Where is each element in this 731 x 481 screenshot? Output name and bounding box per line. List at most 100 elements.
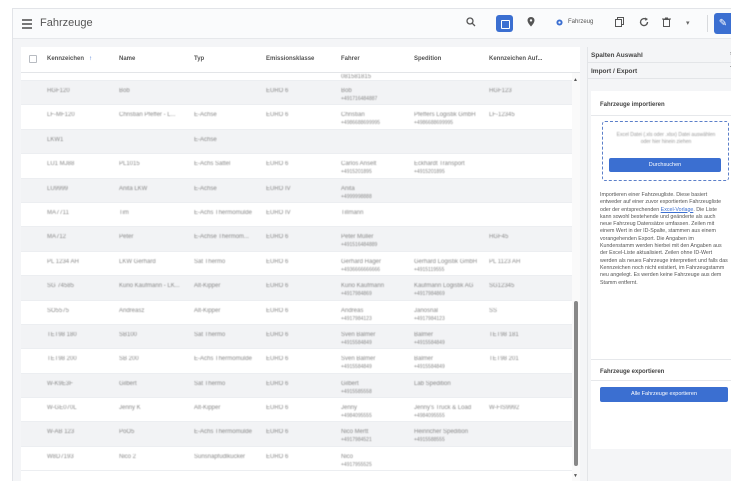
- divider: [591, 359, 731, 360]
- search-icon[interactable]: [466, 17, 476, 31]
- cell-emissionsklasse: EURO 6: [266, 234, 289, 241]
- section-header-import-export[interactable]: Import / Export ˆ: [588, 63, 731, 79]
- cell-typ: E-Achse: [194, 185, 217, 192]
- table-row[interactable]: MA7711 Tim E-Achs Thermomulde EURO IV Tillma…: [21, 203, 572, 228]
- cell-kennzeichen: MA712: [47, 234, 67, 241]
- cell-name: Anita LKW: [119, 185, 148, 192]
- table-row[interactable]: MA712 Peter E-Achse Thermom... EURO 6 Peter …: [21, 227, 572, 252]
- table-row[interactable]: W-GE070L Jenny K Alt-Kipper EURO 6 Jenny +498…: [21, 398, 572, 423]
- cell-name: Jenny K: [119, 405, 141, 412]
- cell-kennzeichen: PL 1234 AH: [47, 258, 79, 265]
- export-all-button[interactable]: Alle Fahrzeuge exportieren: [600, 387, 728, 402]
- table-row[interactable]: LF-MF120 Christian Pfeffer - L... E-Achse E…: [21, 105, 572, 130]
- table-row[interactable]: TET98 200 SB 200 E-Achs Thermomulde EURO 6 S…: [21, 349, 572, 374]
- trash-icon[interactable]: [662, 17, 671, 31]
- cell-kennzeichen-auflieger: PL 1123 AH: [489, 258, 521, 265]
- cell-name: Nico 2: [119, 453, 137, 460]
- cell-typ: Sunsnapfudlkucker: [194, 453, 246, 460]
- cell-kennzeichen: W-K9E3F: [47, 380, 73, 387]
- cell-kennzeichen: LU9999: [47, 185, 69, 192]
- column-header-kennzeichen-auflieger[interactable]: Kennzeichen Auf...: [489, 56, 542, 62]
- cell-fahrer: Christian +4986688699995: [341, 112, 381, 127]
- cell-name: Christian Pfeffer - L...: [119, 112, 176, 119]
- section-header-columns[interactable]: Spalten Auswahl ›: [588, 47, 731, 63]
- cell-emissionsklasse: EURO 6: [266, 429, 289, 436]
- cell-kennzeichen: LF-MF120: [47, 112, 75, 119]
- browse-button[interactable]: Durchsuchen: [609, 158, 721, 172]
- scrollbar-thumb[interactable]: [574, 301, 578, 466]
- cell-name: Tim: [119, 209, 129, 216]
- divider: [591, 380, 731, 381]
- file-dropzone[interactable]: Excel Datei (.xls oder .xlsx) Datei ausw…: [602, 121, 729, 181]
- copy-icon[interactable]: [615, 17, 624, 31]
- table-scrollbar[interactable]: ▲ ▼: [572, 73, 580, 481]
- cell-kennzeichen-auflieger: HGF45: [489, 234, 509, 241]
- cell-typ: E-Achs Thermomulde: [194, 209, 252, 216]
- export-title: Fahrzeuge exportieren: [600, 369, 665, 375]
- cell-spedition: Eckhardt Transport +4915201895: [414, 161, 465, 176]
- cell-emissionsklasse: EURO 6: [266, 258, 289, 265]
- column-header-typ[interactable]: Typ: [194, 56, 204, 62]
- pin-icon[interactable]: [527, 17, 535, 31]
- cell-spedition: Jenny's Truck & Load +4984095555: [414, 405, 472, 420]
- sort-arrow-icon: ↑: [89, 56, 93, 62]
- table-row[interactable]: SG 74585 Kurio Kaufmann - LK... Alt-Kipper…: [21, 276, 572, 301]
- table-row[interactable]: W8D7193 Nico 2 Sunsnapfudlkucker EURO 6 Nico…: [21, 447, 572, 472]
- cell-spedition: Balmer +4915584849: [414, 331, 445, 346]
- dropzone-text: Excel Datei (.xls oder .xlsx) Datei ausw…: [616, 132, 716, 145]
- gear-icon[interactable]: [555, 17, 564, 31]
- table-row[interactable]: W-AB 123 PoO5 E-Achs Thermomulde EURO 6 Nico…: [21, 422, 572, 447]
- table-row[interactable]: LU9999 Anita LKW E-Achse EURO IV Anita +49999…: [21, 178, 572, 203]
- cell-fahrer: Bob +491716484887: [341, 88, 378, 102]
- table-row[interactable]: LU1 MJ88 PL1015 E-Achs Sattel EURO 6 Carlos …: [21, 154, 572, 179]
- table-row[interactable]: 081581815: [21, 73, 572, 81]
- chevron-down-icon[interactable]: ▾: [686, 17, 690, 31]
- cell-fahrer: Sven Balmer +4915584849: [341, 356, 376, 371]
- wrench-icon[interactable]: ✎: [714, 13, 731, 34]
- cell-kennzeichen: LKW1: [47, 136, 64, 143]
- select-all-checkbox[interactable]: [29, 55, 37, 63]
- cell-spedition: Balmer +4915584849: [414, 356, 445, 371]
- cell-kennzeichen-auflieger: LF-12345: [489, 112, 515, 119]
- cell-kennzeichen: W8D7193: [47, 453, 74, 460]
- cell-name: PoO5: [119, 429, 135, 436]
- column-header-spedition[interactable]: Spedition: [414, 56, 441, 62]
- table-row[interactable]: SO5575 Andreasz Alt-Kipper EURO 6 Andreas +49…: [21, 301, 572, 325]
- cell-kennzeichen-auflieger: TET98 201: [489, 356, 519, 363]
- cell-typ: E-Achse: [194, 112, 217, 119]
- cell-name: SB100: [119, 331, 138, 338]
- column-header-name[interactable]: Name: [119, 56, 135, 62]
- grid-view-icon[interactable]: [496, 15, 513, 32]
- cell-kennzeichen: W-GE070L: [47, 405, 77, 412]
- cell-kennzeichen: TET98 180: [47, 331, 77, 338]
- toolbar-divider: [707, 15, 708, 32]
- app-window: Fahrzeuge Fahrzeug ▾ ✎ Kennzeichen ↑ Name: [12, 8, 731, 481]
- table-body: 081581815 HGF120 Bob EURO 6 Bob +49171648488…: [21, 73, 572, 472]
- table-header: Kennzeichen ↑ Name Typ Emissionsklasse Fa…: [21, 47, 580, 73]
- table-row[interactable]: PL 1234 AH LKW Gerhard Sat Thermo EURO 6 Ger…: [21, 252, 572, 277]
- cell-fahrer: Jenny +4984095555: [341, 405, 372, 420]
- scroll-up-icon[interactable]: ▲: [573, 77, 578, 83]
- vehicle-label[interactable]: Fahrzeug: [568, 19, 593, 25]
- column-header-fahrer[interactable]: Fahrer: [341, 56, 360, 62]
- table-row[interactable]: TET98 180 SB100 Sat Thermo EURO 6 Sven Balme…: [21, 324, 572, 350]
- cell-fahrer: Sven Balmer +4915584849: [341, 331, 376, 346]
- excel-template-link[interactable]: Excel-Vorlage: [661, 207, 694, 213]
- cell-typ: Alt-Kipper: [194, 283, 221, 290]
- cell-fahrer: Andreas +4917984123: [341, 307, 372, 322]
- refresh-icon[interactable]: [639, 17, 649, 31]
- cell-kennzeichen: SO5575: [47, 307, 70, 314]
- cell-kennzeichen-auflieger: HGF123: [489, 88, 512, 94]
- side-panel: Spalten Auswahl › Import / Export ˆ Fahr…: [587, 47, 731, 481]
- cell-emissionsklasse: EURO 6: [266, 380, 289, 387]
- table-row[interactable]: LKW1 E-Achse: [21, 129, 572, 155]
- column-header-emissionsklasse[interactable]: Emissionsklasse: [266, 56, 314, 62]
- cell-emissionsklasse: EURO IV: [266, 209, 291, 216]
- scroll-down-icon[interactable]: ▼: [573, 473, 578, 479]
- menu-icon[interactable]: [22, 19, 32, 29]
- cell-typ: E-Achs Thermomulde: [194, 429, 252, 436]
- table-row[interactable]: W-K9E3F Gilbert Sat Thermo EURO 6 Gilbert +49…: [21, 373, 572, 399]
- column-header-kennzeichen[interactable]: Kennzeichen ↑: [47, 56, 92, 62]
- cell-kennzeichen-auflieger: W-FIS9992: [489, 405, 520, 412]
- table-row[interactable]: HGF120 Bob EURO 6 Bob +491716484887 HGF123: [21, 81, 572, 106]
